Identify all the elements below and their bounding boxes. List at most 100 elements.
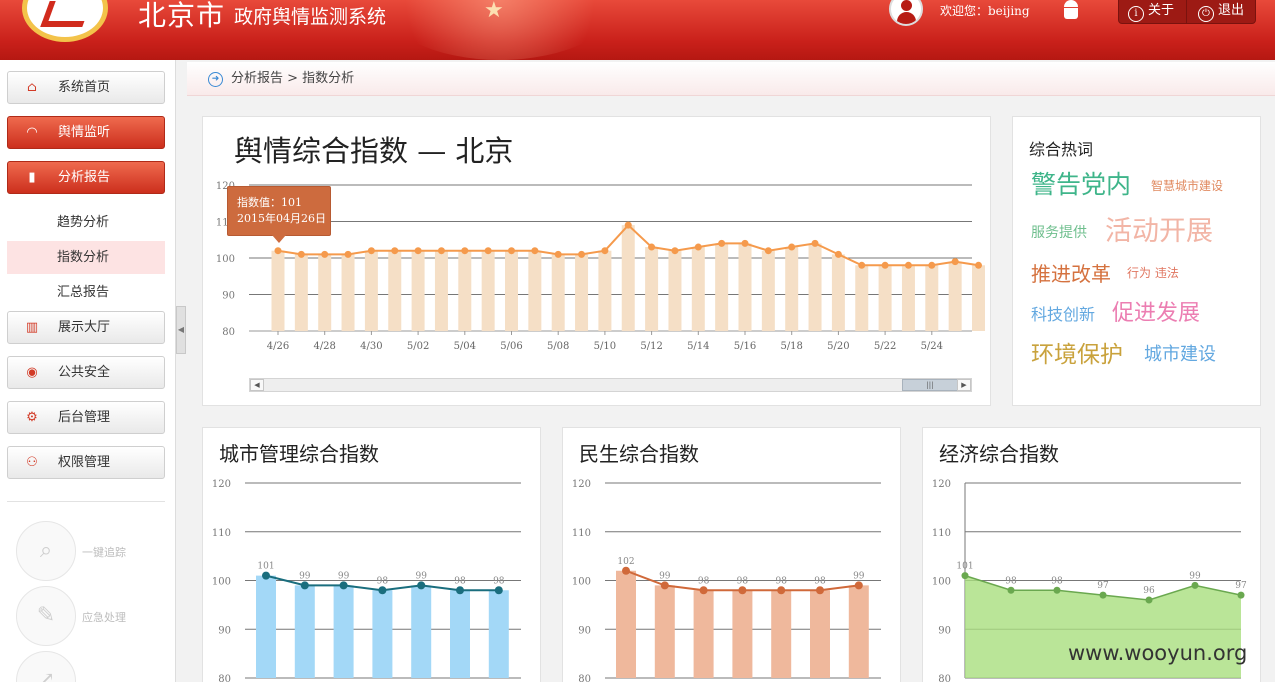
analysis-icon[interactable]: ↗ [16,651,76,682]
about-label: 关于 [1148,3,1175,18]
sidebar-item-label: 舆情监听 [58,125,111,140]
data-point [391,247,399,255]
data-point [414,247,422,255]
chart-bar [848,585,869,678]
scroll-right-icon[interactable]: ▶ [957,379,971,391]
chart-bar [732,590,753,678]
data-label: 99 [338,571,350,581]
breadcrumb-text[interactable]: 分析报告 > 指数分析 [231,71,354,86]
x-tick-label: 5/12 [640,341,662,352]
city-management-chart: 80 90 100 110 120 101 99 99 98 99 98 98 [212,479,521,682]
sidebar-item-home[interactable]: ⌂ 系统首页 [7,71,165,104]
data-label: 99 [299,571,311,581]
edit-icon[interactable]: ✎ [16,586,76,646]
sidebar-item-permissions[interactable]: ⚇ 权限管理 [7,446,165,479]
data-label: 96 [1143,586,1155,596]
home-icon: ⌂ [27,80,37,95]
chart-bar [972,265,985,331]
sidebar-subitem-summary[interactable]: 汇总报告 [7,276,165,309]
quick-action-label[interactable]: 应急处理 [82,609,126,625]
data-point [788,243,796,251]
hot-word[interactable]: 警告党内 [1031,165,1131,201]
android-app-icon[interactable] [1062,0,1080,20]
hot-word[interactable]: 活动开展 [1105,209,1213,248]
chart-bar [668,250,682,331]
hot-word[interactable]: 智慧城市建设 [1151,177,1223,194]
gear-icon: ⚙ [26,410,38,425]
sidebar-collapse-handle[interactable]: ◀ [176,306,186,354]
hot-word[interactable]: 促进发展 [1112,295,1200,327]
y-tick-label: 90 [222,291,235,302]
data-point [777,586,786,595]
logout-button[interactable]: ⏻ 退出 [1198,1,1244,22]
chart-bar [855,265,869,331]
hot-word[interactable]: 科技创新 [1031,301,1095,325]
power-icon: ⏻ [1198,6,1214,22]
x-tick-label: 4/30 [360,341,382,352]
data-point [437,247,445,255]
data-point [297,250,305,258]
data-point [1053,586,1061,594]
sidebar-item-label: 展示大厅 [58,320,111,335]
x-tick-label: 5/20 [827,341,849,352]
sidebar-divider [7,501,165,502]
header-button-group: i 关于 ⏻ 退出 [1118,0,1256,24]
data-point [648,243,656,251]
user-avatar-icon[interactable] [889,0,923,26]
sidebar-item-monitoring[interactable]: ◠ 舆情监听 [7,116,165,149]
x-tick-label: 4/28 [313,341,335,352]
data-point [508,247,515,255]
breadcrumb: ➜ 分析报告 > 指数分析 [187,62,1275,96]
sidebar-item-label: 系统首页 [58,80,111,95]
sidebar-subitem-trend[interactable]: 趋势分析 [7,206,165,239]
bar-chart-icon: ▮ [28,170,36,185]
hot-words-panel: 综合热词 警告党内 智慧城市建设 服务提供 活动开展 推进改革 行为 违法 科技… [1012,116,1261,406]
data-point [262,571,270,580]
chart-bar [488,590,509,678]
chart-bar [693,590,714,678]
data-label: 101 [956,562,973,572]
y-tick-label: 110 [932,528,951,539]
hot-word[interactable]: 行为 违法 [1127,264,1179,281]
quick-action-label[interactable]: 一键追踪 [82,544,126,560]
chart-bar [458,250,472,331]
data-point [816,586,824,595]
data-point [699,586,708,595]
y-tick-label: 100 [572,577,591,588]
sidebar-item-analysis-report[interactable]: ▮ 分析报告 [7,161,165,194]
data-label: 102 [617,557,634,567]
data-point [881,261,889,269]
magnifier-icon[interactable]: ⌕ [16,521,76,581]
data-point [718,239,726,247]
data-point [274,247,282,255]
data-point [367,247,375,255]
sidebar-item-public-safety[interactable]: ◉ 公共安全 [7,356,165,389]
hot-word[interactable]: 推进改革 [1031,258,1111,287]
about-button[interactable]: i 关于 [1128,1,1175,22]
sidebar-item-admin[interactable]: ⚙ 后台管理 [7,401,165,434]
x-tick-label: 5/16 [734,341,756,352]
building-icon: ▥ [25,320,39,335]
data-point [531,247,539,255]
chart-scrollbar[interactable]: ◀ ||| ▶ [249,378,972,392]
hot-word[interactable]: 城市建设 [1144,340,1216,366]
sidebar-item-exhibition[interactable]: ▥ 展示大厅 [7,311,165,344]
hot-word[interactable]: 服务提供 [1031,222,1087,242]
data-point [622,566,630,575]
scroll-thumb[interactable]: ||| [902,379,958,391]
chart-bar [948,261,962,331]
chart-bar [341,254,355,331]
data-point [417,581,426,590]
data-label: 98 [814,576,826,586]
chart-bar [294,585,315,678]
chart-bar [256,575,276,678]
scroll-left-icon[interactable]: ◀ [250,379,264,391]
data-point [484,247,492,255]
sidebar-subitem-index[interactable]: 指数分析 [7,241,165,274]
chart-bar [771,590,792,678]
x-tick-label: 5/14 [687,341,709,352]
chart-bar [318,254,332,331]
chart-bar [691,247,705,331]
hot-word[interactable]: 环境保护 [1031,335,1123,369]
users-icon: ⚇ [26,455,38,470]
